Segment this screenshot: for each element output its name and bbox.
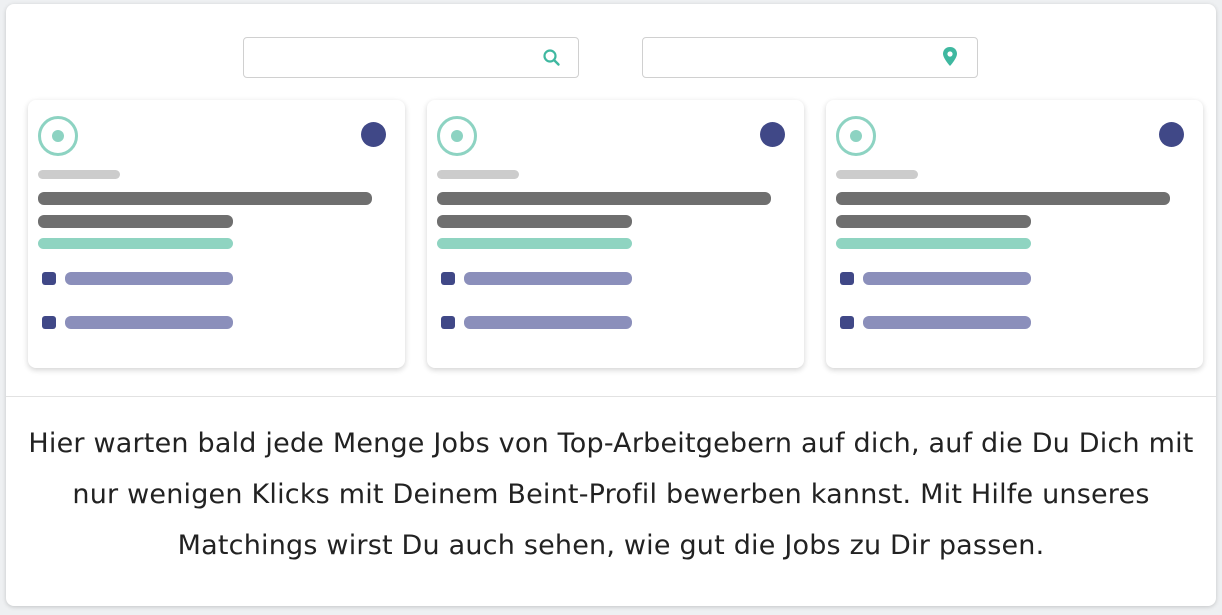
bullet-icon: [441, 272, 455, 285]
location-search-text[interactable]: [651, 46, 935, 72]
job-card-placeholder[interactable]: [826, 100, 1203, 368]
skeleton-line: [836, 215, 1031, 228]
skeleton-line: [38, 170, 120, 179]
skeleton-line: [437, 215, 632, 228]
bullet-icon: [840, 316, 854, 329]
bullet-icon: [441, 316, 455, 329]
skeleton-line: [863, 316, 1031, 329]
company-avatar: [1159, 122, 1184, 147]
skeleton-line: [38, 238, 233, 249]
skeleton-line: [437, 170, 519, 179]
skeleton-line: [437, 238, 632, 249]
bullet-icon: [42, 316, 56, 329]
skeleton-line: [836, 192, 1170, 205]
skeleton-line: [437, 192, 771, 205]
company-avatar: [760, 122, 785, 147]
divider: [6, 396, 1216, 397]
skeleton-line: [836, 238, 1031, 249]
location-pin-icon[interactable]: [940, 46, 960, 66]
match-ring-icon: [38, 116, 78, 156]
job-search-text[interactable]: [252, 46, 536, 72]
job-card-placeholder[interactable]: [28, 100, 405, 368]
skeleton-line: [863, 272, 1031, 285]
skeleton-line: [65, 316, 233, 329]
bullet-icon: [840, 272, 854, 285]
skeleton-line: [65, 272, 233, 285]
skeleton-line: [836, 170, 918, 179]
skeleton-line: [464, 316, 632, 329]
match-ring-icon: [836, 116, 876, 156]
company-avatar: [361, 122, 386, 147]
skeleton-line: [464, 272, 632, 285]
search-icon[interactable]: [542, 48, 562, 68]
job-preview-panel: Hier warten bald jede Menge Jobs von Top…: [6, 4, 1216, 606]
skeleton-line: [38, 192, 372, 205]
empty-state-description: Hier warten bald jede Menge Jobs von Top…: [28, 428, 1194, 561]
match-ring-icon: [437, 116, 477, 156]
job-search-input[interactable]: [243, 37, 579, 78]
bullet-icon: [42, 272, 56, 285]
skeleton-line: [38, 215, 233, 228]
location-search-input[interactable]: [642, 37, 978, 78]
job-card-placeholder[interactable]: [427, 100, 804, 368]
